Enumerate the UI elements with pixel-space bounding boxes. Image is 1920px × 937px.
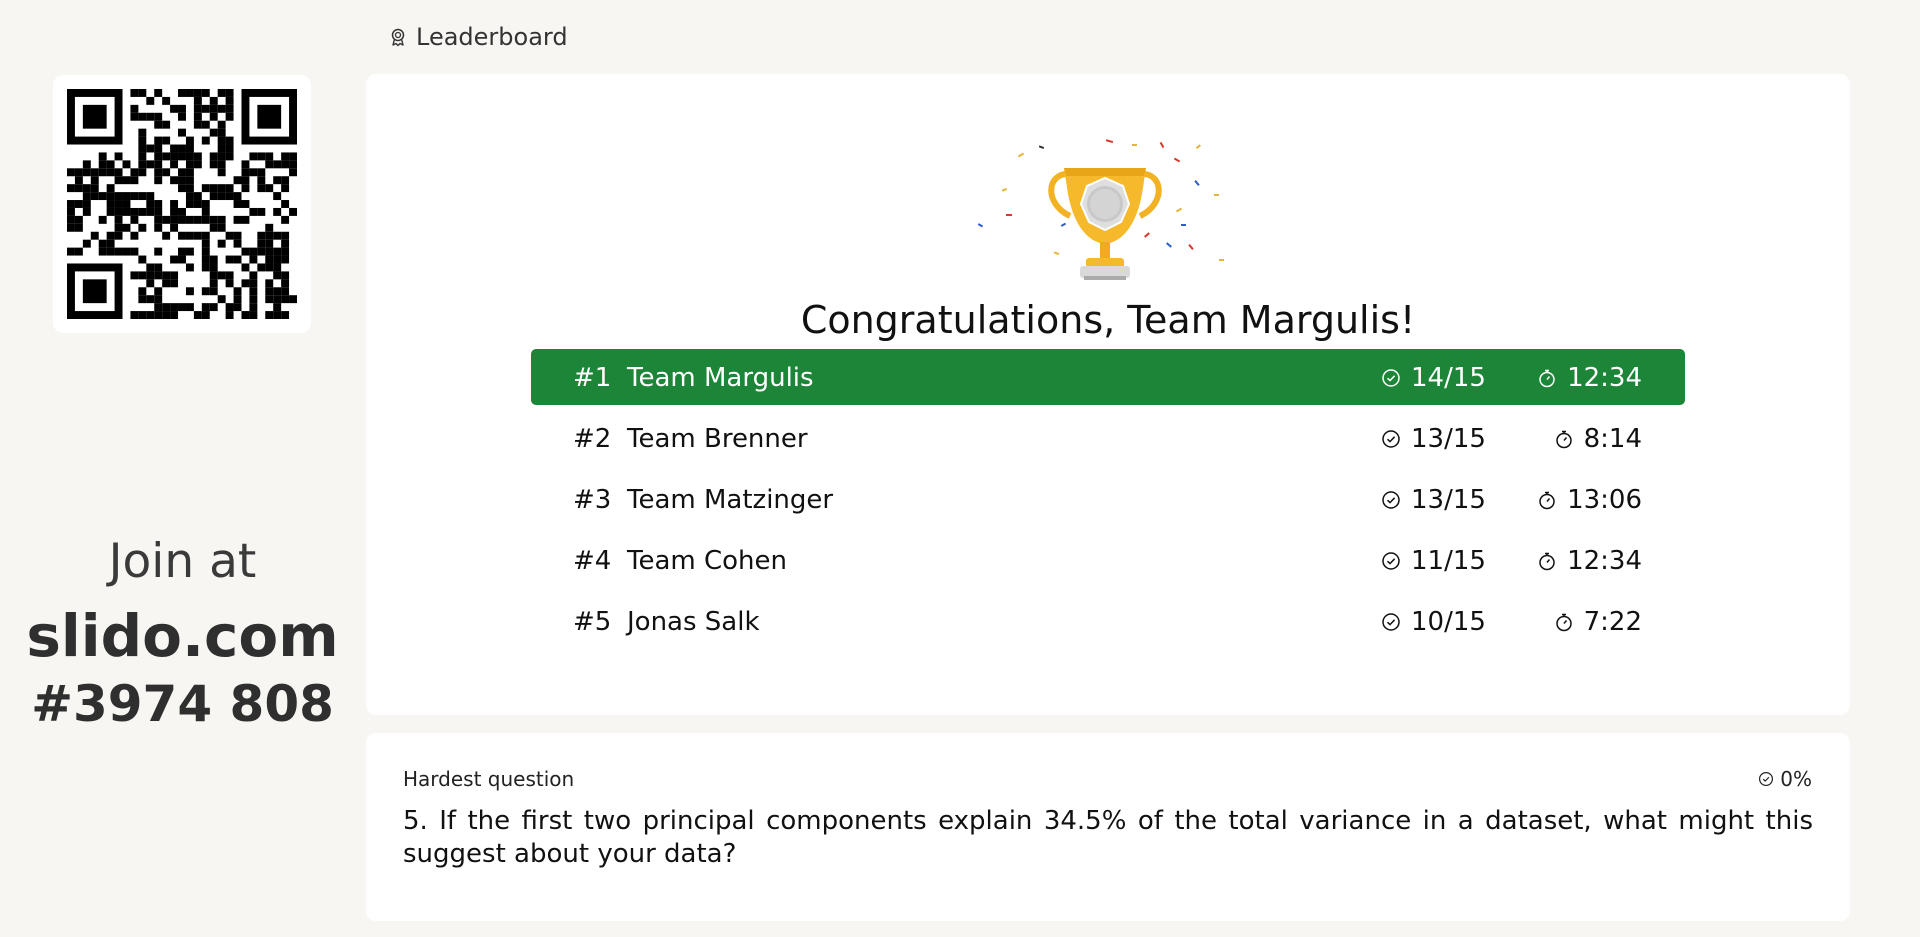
score-value: 13/15 — [1411, 424, 1486, 454]
check-circle-icon — [1382, 491, 1400, 509]
score: 10/15 — [1381, 607, 1541, 637]
time-value: 12:34 — [1567, 546, 1642, 576]
rank: #1 — [573, 363, 612, 393]
rank: #4 — [573, 546, 612, 576]
hardest-question-title: Hardest question — [403, 767, 575, 791]
header: Leaderboard — [388, 22, 568, 52]
leaderboard-row-5: #5 Jonas Salk 10/15 7:22 — [531, 593, 1685, 649]
time: 8:14 — [1554, 424, 1642, 454]
event-code: #3974 808 — [31, 675, 334, 733]
team-name: Team Cohen — [627, 546, 787, 576]
check-circle-icon — [1382, 430, 1400, 448]
stopwatch-icon — [1539, 552, 1555, 571]
leaderboard-row-4: #4 Team Cohen 11/15 12:34 — [531, 532, 1685, 588]
time: 13:06 — [1537, 485, 1642, 515]
congratulations-heading: Congratulations, Team Margulis! — [800, 298, 1416, 342]
score-value: 11/15 — [1411, 546, 1486, 576]
hardest-question-percent: 0% — [1758, 767, 1812, 791]
rank: #3 — [573, 485, 612, 515]
time: 12:34 — [1537, 363, 1642, 393]
time: 12:34 — [1537, 546, 1642, 576]
rank: #2 — [573, 424, 612, 454]
team-name: Team Brenner — [627, 424, 808, 454]
stopwatch-icon — [1555, 430, 1572, 449]
leaderboard-card: Congratulations, Team Margulis! #1 Team … — [366, 74, 1850, 715]
stopwatch-icon — [1539, 369, 1555, 388]
score: 14/15 — [1381, 363, 1541, 393]
time-value: 13:06 — [1567, 485, 1642, 515]
leaderboard-list: #1 Team Margulis 14/15 12:34 #2 Team Bre… — [531, 349, 1685, 654]
left-panel: Join at slido.com #3974 808 — [0, 0, 365, 937]
award-icon — [391, 28, 405, 47]
hardest-question-card: Hardest question 0% 5. If the first two … — [366, 733, 1850, 921]
check-circle-icon — [1382, 552, 1400, 570]
stopwatch-icon — [1539, 491, 1555, 510]
team-name: Jonas Salk — [627, 607, 760, 637]
leaderboard-row-1: #1 Team Margulis 14/15 12:34 — [531, 349, 1685, 405]
check-circle-icon — [1759, 772, 1774, 786]
check-circle-icon — [1382, 369, 1400, 387]
leaderboard-row-2: #2 Team Brenner 13/15 8:14 — [531, 410, 1685, 466]
score-value: 14/15 — [1411, 363, 1486, 393]
score-value: 13/15 — [1411, 485, 1486, 515]
trophy-icon — [977, 139, 1224, 280]
rank: #5 — [573, 607, 612, 637]
join-domain[interactable]: slido.com — [0, 602, 365, 670]
score: 13/15 — [1381, 424, 1541, 454]
team-name: Team Matzinger — [627, 485, 834, 515]
time-value: 8:14 — [1583, 424, 1642, 454]
score: 13/15 — [1381, 485, 1541, 515]
hardest-question-text: 5. If the first two principal components… — [403, 806, 1813, 869]
page-title: Leaderboard — [416, 23, 568, 51]
score-value: 10/15 — [1411, 607, 1486, 637]
team-name: Team Margulis — [627, 363, 814, 393]
check-circle-icon — [1382, 613, 1400, 631]
time: 7:22 — [1554, 607, 1642, 637]
time-value: 12:34 — [1567, 363, 1642, 393]
percent-value: 0% — [1780, 767, 1812, 791]
qr-code-card — [53, 75, 311, 333]
qr-code — [67, 89, 297, 319]
leaderboard-row-3: #3 Team Matzinger 13/15 13:06 — [531, 471, 1685, 527]
stopwatch-icon — [1555, 613, 1572, 632]
score: 11/15 — [1381, 546, 1541, 576]
time-value: 7:22 — [1583, 607, 1642, 637]
join-at-label: Join at — [108, 534, 257, 589]
